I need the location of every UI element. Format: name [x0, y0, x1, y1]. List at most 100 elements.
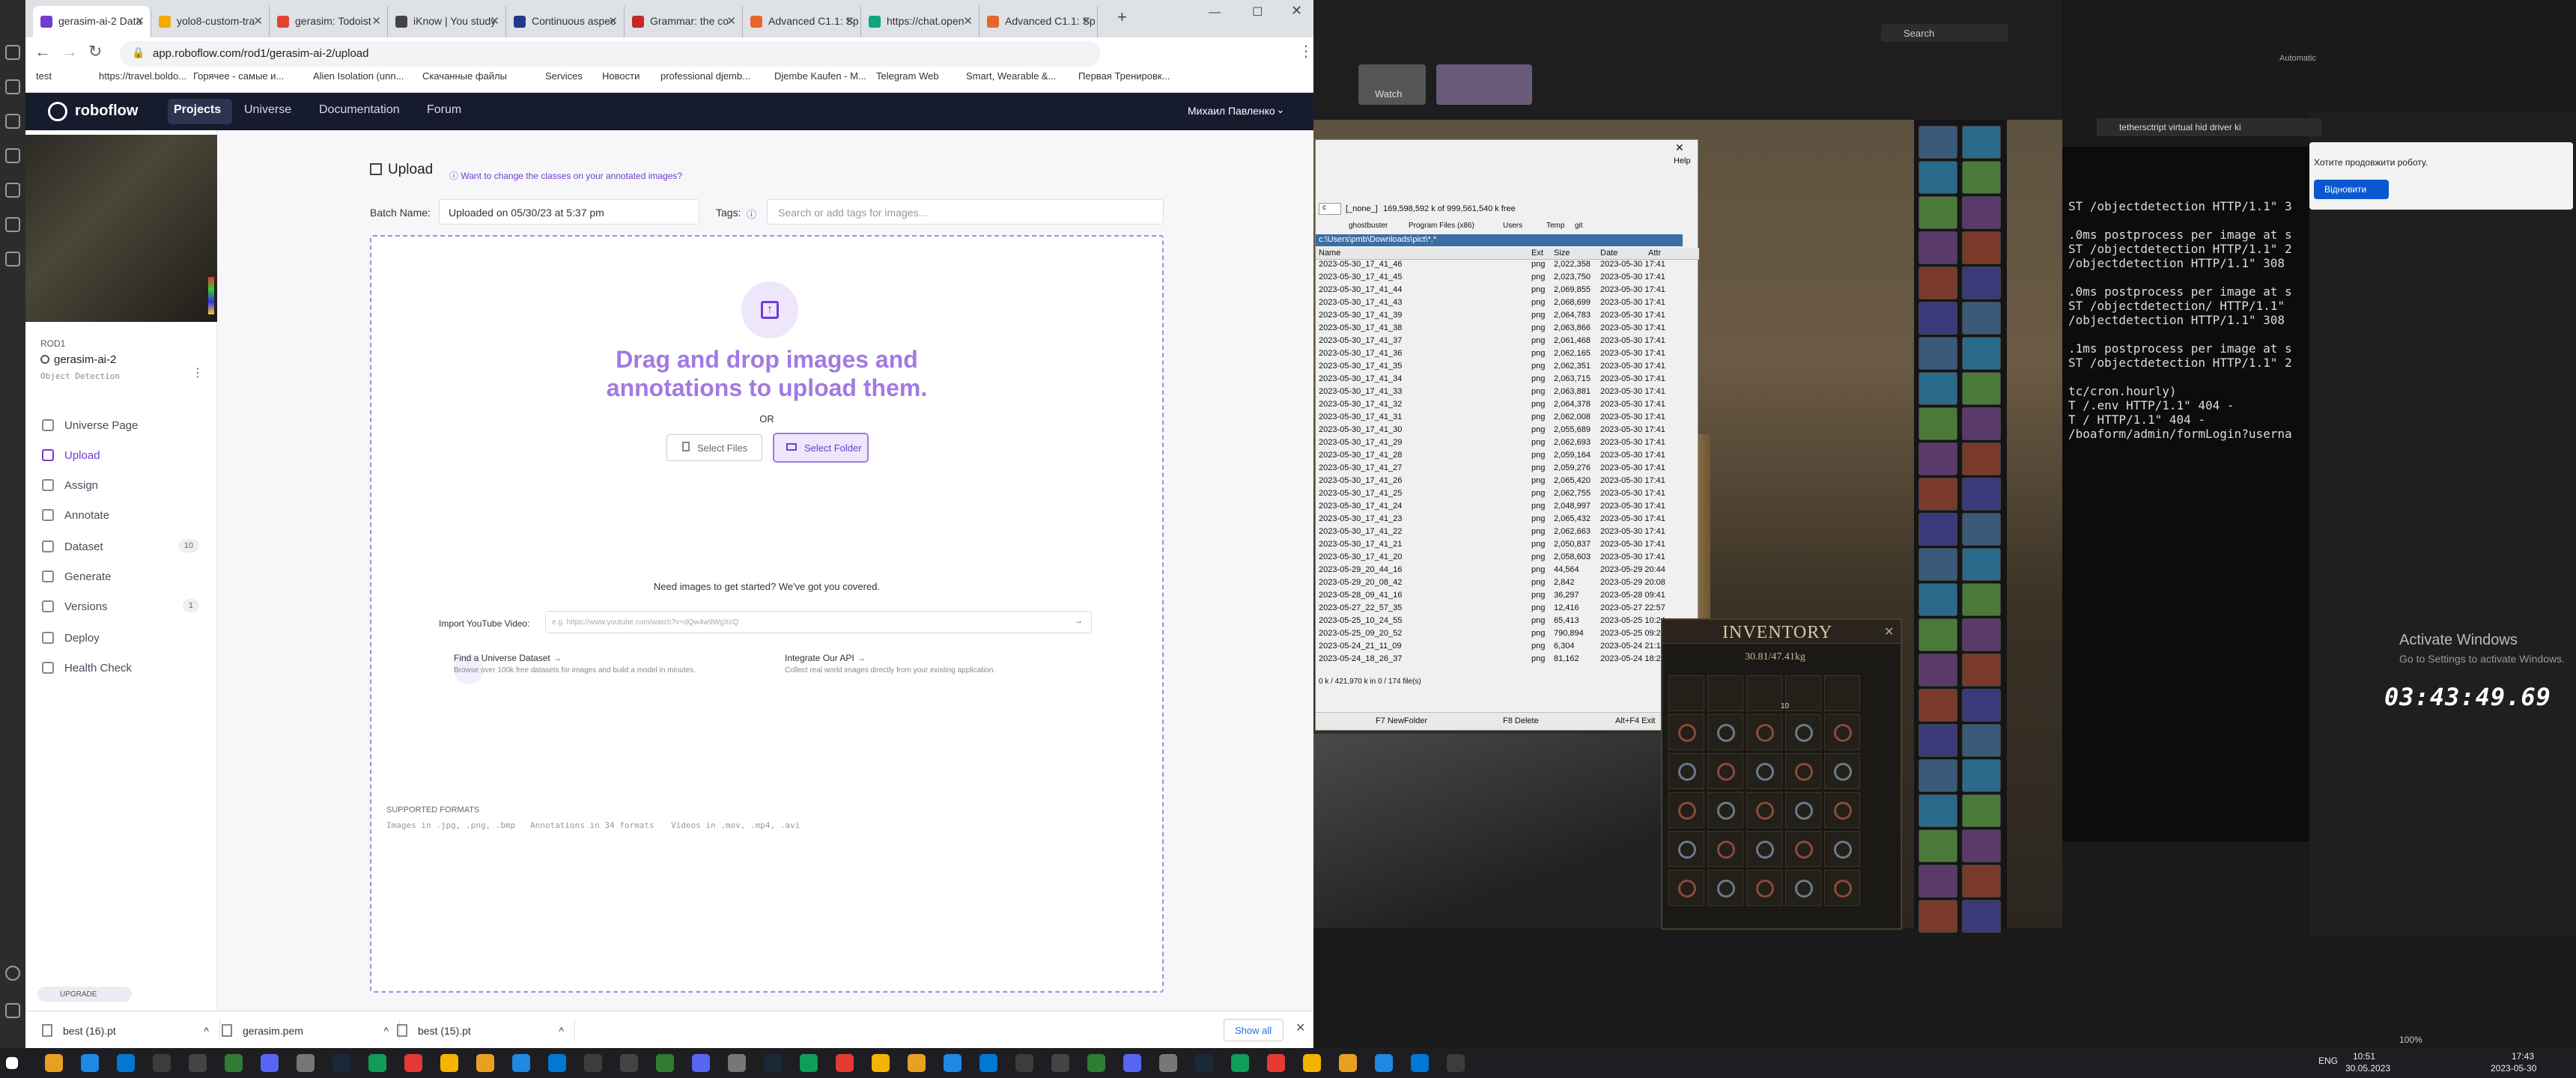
taskbar-app-icon[interactable]	[404, 1054, 422, 1072]
user-menu[interactable]: Михаил Павленко	[1188, 105, 1275, 117]
file-row[interactable]: 2023-05-28_09_41_16 png 36,297 2023-05-28 0…	[1316, 591, 1699, 603]
alt-f4-exit-button[interactable]: Alt+F4 Exit	[1615, 716, 1656, 725]
bookmark-item[interactable]: Djembe Kaufen - M...	[774, 70, 866, 82]
drop-zone[interactable]: ↑ Drag and drop images and annotations t…	[370, 235, 1164, 993]
skill-slot[interactable]	[1962, 267, 2001, 299]
skill-slot[interactable]	[1919, 196, 1957, 229]
minimize-button[interactable]: —	[1209, 6, 1221, 19]
taskbar-app-icon[interactable]	[476, 1054, 494, 1072]
inventory-slot[interactable]	[1824, 714, 1860, 750]
f8-delete-button[interactable]: F8 Delete	[1503, 716, 1539, 725]
skill-slot[interactable]	[1919, 442, 1957, 475]
taskbar-app-icon[interactable]	[1051, 1054, 1069, 1072]
brand-name[interactable]: roboflow	[75, 103, 138, 120]
help-menu[interactable]: Help	[1674, 156, 1691, 165]
taskbar-app-icon[interactable]	[620, 1054, 638, 1072]
taskbar-app-icon[interactable]	[1159, 1054, 1177, 1072]
skill-slot[interactable]	[1962, 513, 2001, 546]
close-tab-icon[interactable]: ✕	[845, 14, 854, 28]
skill-slot[interactable]	[1962, 126, 2001, 159]
download-item[interactable]: gerasim.pem ^	[213, 1019, 400, 1041]
sidebar-item-generate[interactable]: Generate	[39, 566, 204, 588]
browser-tab-tethers[interactable]: tethersctript virtual hid driver ki	[2097, 118, 2321, 136]
skill-slot[interactable]	[1962, 654, 2001, 686]
bookmark-item[interactable]: Первая Тренировк...	[1078, 70, 1170, 82]
close-window-button[interactable]: ✕	[1291, 3, 1302, 19]
skill-slot[interactable]	[1962, 865, 2001, 898]
run-debug-icon[interactable]	[5, 148, 20, 163]
skill-slot[interactable]	[1919, 478, 1957, 511]
roboflow-logo-icon[interactable]	[48, 102, 67, 121]
skill-slot[interactable]	[1962, 548, 2001, 581]
skill-slot[interactable]	[1919, 337, 1957, 370]
inventory-slot[interactable]	[1668, 870, 1704, 906]
inventory-slot[interactable]	[1668, 792, 1704, 828]
taskbar-app-icon[interactable]	[800, 1054, 818, 1072]
taskbar-app-icon[interactable]	[1339, 1054, 1357, 1072]
skill-slot[interactable]	[1919, 900, 1957, 933]
browser-tab[interactable]: gerasim: Todoist ✕	[270, 6, 388, 37]
file-row[interactable]: 2023-05-30_17_41_20 png 2,058,603 2023-05-3…	[1316, 552, 1699, 565]
file-row[interactable]: 2023-05-30_17_41_25 png 2,062,755 2023-05-3…	[1316, 489, 1699, 502]
nav-universe[interactable]: Universe	[244, 103, 291, 117]
select-folder-button[interactable]: Select Folder	[773, 433, 869, 463]
skill-slot[interactable]	[1962, 407, 2001, 440]
file-row[interactable]: 2023-05-30_17_41_36 png 2,062,165 2023-05-3…	[1316, 349, 1699, 362]
file-row[interactable]: 2023-05-30_17_41_22 png 2,062,663 2023-05-3…	[1316, 527, 1699, 540]
clock-time-2[interactable]: 17:43	[2512, 1051, 2534, 1062]
file-row[interactable]: 2023-05-30_17_41_28 png 2,059,164 2023-05-3…	[1316, 451, 1699, 463]
youtube-submit-icon[interactable]: →	[1074, 615, 1083, 626]
file-row[interactable]: 2023-05-30_17_41_26 png 2,065,420 2023-05-3…	[1316, 476, 1699, 489]
inventory-slot[interactable]	[1746, 792, 1782, 828]
file-row[interactable]: 2023-05-30_17_41_39 png 2,064,783 2023-05-3…	[1316, 311, 1699, 323]
taskbar-app-icon[interactable]	[512, 1054, 530, 1072]
file-row[interactable]: 2023-05-29_20_08_42 png 2,842 2023-05-29 20…	[1316, 578, 1699, 591]
settings-gear-icon[interactable]	[5, 1003, 20, 1018]
taskbar-app-icon[interactable]	[836, 1054, 854, 1072]
taskbar-app-icon[interactable]	[440, 1054, 458, 1072]
skill-slot[interactable]	[1962, 724, 2001, 757]
browser-tab[interactable]: Advanced C1.1: Sp ✕	[743, 6, 861, 37]
skill-slot[interactable]	[1919, 865, 1957, 898]
start-icon[interactable]	[6, 1057, 18, 1069]
browser-tab[interactable]: Advanced C1.1: Sp ✕	[979, 6, 1098, 37]
restore-button[interactable]: Відновити	[2314, 180, 2389, 199]
universe-dataset-link[interactable]: Find a Universe Dataset →	[454, 653, 562, 663]
taskbar-app-icon[interactable]	[1015, 1054, 1033, 1072]
batch-name-input[interactable]: Uploaded on 05/30/23 at 5:37 pm	[439, 199, 699, 225]
skill-slot[interactable]	[1919, 407, 1957, 440]
taskbar-app-icon[interactable]	[81, 1054, 99, 1072]
bookmark-item[interactable]: Скачанные файлы	[422, 70, 507, 82]
file-row[interactable]: 2023-05-30_17_41_31 png 2,062,008 2023-05-3…	[1316, 412, 1699, 425]
bookmark-item[interactable]: Telegram Web	[876, 70, 939, 82]
skill-slot[interactable]	[1962, 302, 2001, 335]
taskbar-app-icon[interactable]	[1303, 1054, 1321, 1072]
inventory-slot[interactable]	[1746, 675, 1782, 711]
file-row[interactable]: 2023-05-30_17_41_46 png 2,022,358 2023-05-3…	[1316, 260, 1699, 272]
taskbar-app-icon[interactable]	[368, 1054, 386, 1072]
integrate-api-link[interactable]: Integrate Our API →	[785, 653, 866, 663]
chevron-up-icon[interactable]: ^	[204, 1025, 209, 1037]
skill-slot[interactable]	[1962, 161, 2001, 194]
skill-slot[interactable]	[1962, 231, 2001, 264]
close-tab-icon[interactable]: ✕	[1081, 14, 1091, 28]
clock-date-2[interactable]: 2023-05-30	[2491, 1063, 2536, 1074]
column-header[interactable]: Date	[1600, 249, 1617, 258]
close-tab-icon[interactable]: ✕	[490, 14, 499, 28]
inventory-slot[interactable]	[1707, 675, 1743, 711]
file-row[interactable]: 2023-05-30_17_41_32 png 2,064,378 2023-05-3…	[1316, 400, 1699, 412]
test-icon[interactable]	[5, 252, 20, 267]
input-language[interactable]: ENG	[2318, 1056, 2338, 1066]
file-row[interactable]: 2023-05-30_17_41_21 png 2,050,837 2023-05-3…	[1316, 540, 1699, 552]
close-tab-icon[interactable]: ✕	[608, 14, 618, 28]
sidebar-item-annotate[interactable]: Annotate	[39, 505, 204, 527]
column-header[interactable]: Size	[1554, 249, 1570, 258]
watch-thumbnail[interactable]: Watch	[1358, 64, 1426, 105]
close-inventory-icon[interactable]: ✕	[1884, 624, 1894, 639]
file-row[interactable]: 2023-05-30_17_41_44 png 2,069,855 2023-05-3…	[1316, 285, 1699, 298]
taskbar-app-icon[interactable]	[45, 1054, 63, 1072]
inventory-slot[interactable]	[1785, 753, 1821, 789]
skill-slot[interactable]	[1962, 583, 2001, 616]
skill-slot[interactable]	[1919, 231, 1957, 264]
taskbar-app-icon[interactable]	[584, 1054, 602, 1072]
